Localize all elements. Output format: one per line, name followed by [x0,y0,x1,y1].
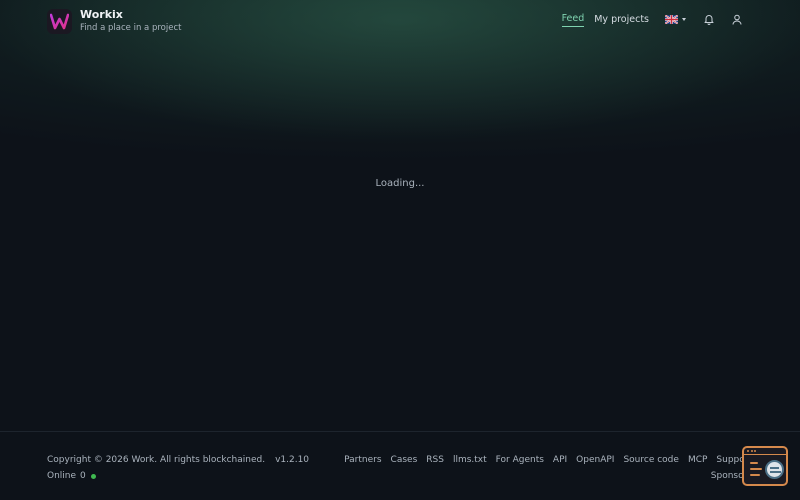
footer-info: Copyright © 2026 Work. All rights blockc… [47,452,309,484]
page: Workix Find a place in a project Feed My… [0,0,800,500]
version-label: v1.2.10 [275,455,310,465]
footer-link-cases[interactable]: Cases [391,452,418,468]
header: Workix Find a place in a project Feed My… [0,0,800,44]
online-count: 0 [80,471,86,481]
brand-tagline: Find a place in a project [80,23,182,33]
terminal-line-icon [750,474,760,476]
profile-button[interactable] [730,13,744,27]
chat-bubble-icon [765,460,784,479]
terminal-line-icon [750,462,758,464]
footer-link-partners[interactable]: Partners [344,452,381,468]
uk-flag-icon [665,15,678,24]
online-status-dot-icon [90,473,96,479]
terminal-widget-button[interactable] [742,446,788,486]
footer-link-llms[interactable]: llms.txt [453,452,487,468]
footer-link-source-code[interactable]: Source code [623,452,678,468]
workix-logo-icon [47,9,72,34]
bell-icon [704,15,714,25]
footer-links: Partners Cases RSS llms.txt For Agents A… [332,452,752,484]
online-label: Online [47,471,77,481]
widget-titlebar [744,448,786,455]
nav-my-projects[interactable]: My projects [594,13,649,27]
user-icon [732,14,742,25]
brand-link[interactable]: Workix Find a place in a project [47,8,181,35]
notifications-button[interactable] [702,13,716,27]
terminal-line-icon [750,468,762,470]
footer-link-mcp[interactable]: MCP [688,452,707,468]
brand-name: Workix [80,8,123,21]
footer: Copyright © 2026 Work. All rights blockc… [0,431,800,500]
footer-link-for-agents[interactable]: For Agents [496,452,544,468]
main-nav: Feed My projects [561,12,744,27]
nav-feed[interactable]: Feed [561,12,585,27]
chevron-down-icon [682,18,686,21]
footer-link-openapi[interactable]: OpenAPI [576,452,614,468]
language-selector[interactable] [665,15,686,24]
footer-link-api[interactable]: API [553,452,567,468]
footer-link-rss[interactable]: RSS [426,452,444,468]
loading-status: Loading... [375,178,425,189]
copyright-text: Copyright © 2026 Work. All rights blockc… [47,455,266,465]
online-indicator: Online 0 [47,468,309,484]
footer-links-row2: Sponsors [332,468,752,484]
